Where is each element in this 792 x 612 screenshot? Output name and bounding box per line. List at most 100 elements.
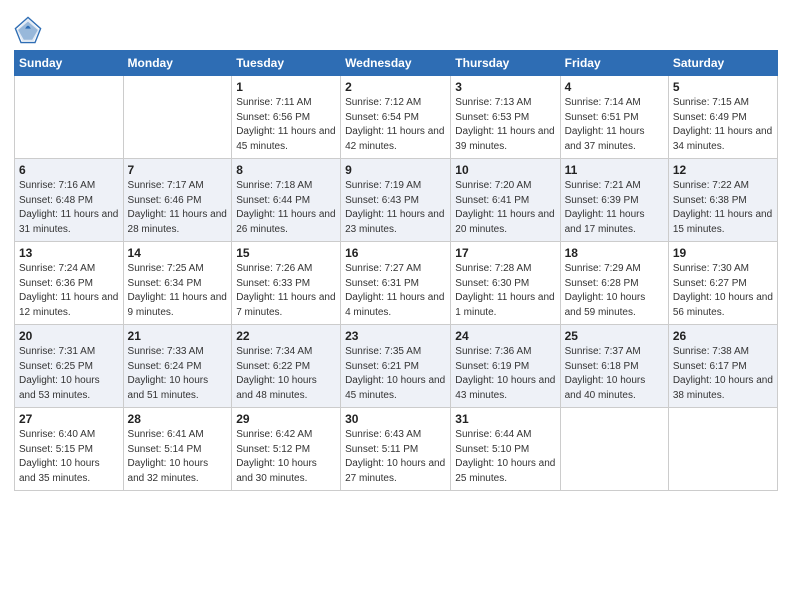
calendar-page: SundayMondayTuesdayWednesdayThursdayFrid… <box>0 0 792 612</box>
day-number: 14 <box>128 246 228 260</box>
day-detail: Sunrise: 7:35 AM Sunset: 6:21 PM Dayligh… <box>345 345 446 403</box>
day-detail: Sunrise: 7:34 AM Sunset: 6:22 PM Dayligh… <box>236 345 336 403</box>
day-number: 26 <box>673 329 773 343</box>
logo <box>14 16 46 44</box>
day-number: 20 <box>19 329 119 343</box>
calendar-cell: 3Sunrise: 7:13 AM Sunset: 6:53 PM Daylig… <box>451 76 560 159</box>
calendar-cell <box>123 76 232 159</box>
day-detail: Sunrise: 6:42 AM Sunset: 5:12 PM Dayligh… <box>236 428 336 486</box>
calendar-cell: 7 Sunrise: 7:17 AM Sunset: 6:46 PM Daylig… <box>123 159 232 242</box>
day-detail: Sunrise: 6:40 AM Sunset: 5:15 PM Dayligh… <box>19 428 119 486</box>
day-number: 1 <box>236 80 336 94</box>
day-detail: Sunrise: 6:41 AM Sunset: 5:14 PM Dayligh… <box>128 428 228 486</box>
day-number: 8 <box>236 163 336 177</box>
calendar-cell: 18 Sunrise: 7:29 AM Sunset: 6:28 PM Dayli… <box>560 242 668 325</box>
calendar-header-row: SundayMondayTuesdayWednesdayThursdayFrid… <box>15 51 778 76</box>
day-number: 18 <box>565 246 664 260</box>
day-detail: Sunrise: 7:36 AM Sunset: 6:19 PM Dayligh… <box>455 345 555 403</box>
calendar-header-saturday: Saturday <box>668 51 777 76</box>
day-detail: Sunrise: 7:14 AM Sunset: 6:51 PM Dayligh… <box>565 96 664 154</box>
day-detail: Sunrise: 7:33 AM Sunset: 6:24 PM Dayligh… <box>128 345 228 403</box>
day-number: 13 <box>19 246 119 260</box>
day-detail: Sunrise: 7:31 AM Sunset: 6:25 PM Dayligh… <box>19 345 119 403</box>
header <box>14 10 778 44</box>
day-detail: Sunrise: 7:38 AM Sunset: 6:17 PM Dayligh… <box>673 345 773 403</box>
day-number: 30 <box>345 412 446 426</box>
calendar-cell: 27 Sunrise: 6:40 AM Sunset: 5:15 PM Dayli… <box>15 408 124 491</box>
calendar-week-row: 20 Sunrise: 7:31 AM Sunset: 6:25 PM Dayli… <box>15 325 778 408</box>
calendar-cell: 13 Sunrise: 7:24 AM Sunset: 6:36 PM Dayli… <box>15 242 124 325</box>
day-detail: Sunrise: 7:18 AM Sunset: 6:44 PM Dayligh… <box>236 179 336 237</box>
day-number: 29 <box>236 412 336 426</box>
calendar-header-tuesday: Tuesday <box>232 51 341 76</box>
calendar-cell: 14 Sunrise: 7:25 AM Sunset: 6:34 PM Dayli… <box>123 242 232 325</box>
calendar-header-friday: Friday <box>560 51 668 76</box>
day-number: 12 <box>673 163 773 177</box>
day-number: 19 <box>673 246 773 260</box>
calendar-cell: 15 Sunrise: 7:26 AM Sunset: 6:33 PM Dayli… <box>232 242 341 325</box>
calendar-header-thursday: Thursday <box>451 51 560 76</box>
calendar-week-row: 6 Sunrise: 7:16 AM Sunset: 6:48 PM Daylig… <box>15 159 778 242</box>
logo-icon <box>14 16 42 44</box>
calendar-cell: 29 Sunrise: 6:42 AM Sunset: 5:12 PM Dayli… <box>232 408 341 491</box>
calendar-cell: 24Sunrise: 7:36 AM Sunset: 6:19 PM Dayli… <box>451 325 560 408</box>
day-detail: Sunrise: 7:37 AM Sunset: 6:18 PM Dayligh… <box>565 345 664 403</box>
calendar-cell <box>15 76 124 159</box>
calendar-header-sunday: Sunday <box>15 51 124 76</box>
day-detail: Sunrise: 7:24 AM Sunset: 6:36 PM Dayligh… <box>19 262 119 320</box>
day-number: 4 <box>565 80 664 94</box>
calendar-cell: 30 Sunrise: 6:43 AM Sunset: 5:11 PM Dayli… <box>341 408 451 491</box>
calendar-cell: 4 Sunrise: 7:14 AM Sunset: 6:51 PM Daylig… <box>560 76 668 159</box>
calendar-cell: 23Sunrise: 7:35 AM Sunset: 6:21 PM Dayli… <box>341 325 451 408</box>
calendar-cell: 9Sunrise: 7:19 AM Sunset: 6:43 PM Daylig… <box>341 159 451 242</box>
day-number: 9 <box>345 163 446 177</box>
day-detail: Sunrise: 7:20 AM Sunset: 6:41 PM Dayligh… <box>455 179 555 237</box>
day-number: 5 <box>673 80 773 94</box>
calendar-header-monday: Monday <box>123 51 232 76</box>
day-detail: Sunrise: 7:30 AM Sunset: 6:27 PM Dayligh… <box>673 262 773 320</box>
calendar-cell <box>668 408 777 491</box>
calendar-cell: 10 Sunrise: 7:20 AM Sunset: 6:41 PM Dayli… <box>451 159 560 242</box>
calendar-cell: 12 Sunrise: 7:22 AM Sunset: 6:38 PM Dayli… <box>668 159 777 242</box>
calendar-cell: 2 Sunrise: 7:12 AM Sunset: 6:54 PM Daylig… <box>341 76 451 159</box>
calendar-cell: 11 Sunrise: 7:21 AM Sunset: 6:39 PM Dayli… <box>560 159 668 242</box>
day-detail: Sunrise: 7:26 AM Sunset: 6:33 PM Dayligh… <box>236 262 336 320</box>
day-number: 7 <box>128 163 228 177</box>
calendar-cell: 19 Sunrise: 7:30 AM Sunset: 6:27 PM Dayli… <box>668 242 777 325</box>
calendar-cell: 17Sunrise: 7:28 AM Sunset: 6:30 PM Dayli… <box>451 242 560 325</box>
day-detail: Sunrise: 7:17 AM Sunset: 6:46 PM Dayligh… <box>128 179 228 237</box>
day-number: 2 <box>345 80 446 94</box>
day-number: 11 <box>565 163 664 177</box>
day-detail: Sunrise: 7:15 AM Sunset: 6:49 PM Dayligh… <box>673 96 773 154</box>
calendar-week-row: 27 Sunrise: 6:40 AM Sunset: 5:15 PM Dayli… <box>15 408 778 491</box>
day-detail: Sunrise: 6:44 AM Sunset: 5:10 PM Dayligh… <box>455 428 555 486</box>
day-number: 31 <box>455 412 555 426</box>
day-number: 22 <box>236 329 336 343</box>
calendar-header-wednesday: Wednesday <box>341 51 451 76</box>
calendar-cell <box>560 408 668 491</box>
calendar-table: SundayMondayTuesdayWednesdayThursdayFrid… <box>14 50 778 491</box>
calendar-week-row: 1 Sunrise: 7:11 AM Sunset: 6:56 PM Daylig… <box>15 76 778 159</box>
day-detail: Sunrise: 6:43 AM Sunset: 5:11 PM Dayligh… <box>345 428 446 486</box>
day-detail: Sunrise: 7:27 AM Sunset: 6:31 PM Dayligh… <box>345 262 446 320</box>
calendar-cell: 1 Sunrise: 7:11 AM Sunset: 6:56 PM Daylig… <box>232 76 341 159</box>
calendar-cell: 22 Sunrise: 7:34 AM Sunset: 6:22 PM Dayli… <box>232 325 341 408</box>
day-number: 15 <box>236 246 336 260</box>
day-number: 16 <box>345 246 446 260</box>
day-number: 21 <box>128 329 228 343</box>
day-detail: Sunrise: 7:12 AM Sunset: 6:54 PM Dayligh… <box>345 96 446 154</box>
day-detail: Sunrise: 7:16 AM Sunset: 6:48 PM Dayligh… <box>19 179 119 237</box>
calendar-cell: 28Sunrise: 6:41 AM Sunset: 5:14 PM Dayli… <box>123 408 232 491</box>
day-detail: Sunrise: 7:11 AM Sunset: 6:56 PM Dayligh… <box>236 96 336 154</box>
day-detail: Sunrise: 7:22 AM Sunset: 6:38 PM Dayligh… <box>673 179 773 237</box>
day-number: 27 <box>19 412 119 426</box>
day-detail: Sunrise: 7:13 AM Sunset: 6:53 PM Dayligh… <box>455 96 555 154</box>
day-detail: Sunrise: 7:21 AM Sunset: 6:39 PM Dayligh… <box>565 179 664 237</box>
calendar-cell: 6 Sunrise: 7:16 AM Sunset: 6:48 PM Daylig… <box>15 159 124 242</box>
calendar-cell: 20 Sunrise: 7:31 AM Sunset: 6:25 PM Dayli… <box>15 325 124 408</box>
calendar-cell: 31 Sunrise: 6:44 AM Sunset: 5:10 PM Dayli… <box>451 408 560 491</box>
day-detail: Sunrise: 7:29 AM Sunset: 6:28 PM Dayligh… <box>565 262 664 320</box>
day-detail: Sunrise: 7:25 AM Sunset: 6:34 PM Dayligh… <box>128 262 228 320</box>
day-number: 10 <box>455 163 555 177</box>
day-number: 6 <box>19 163 119 177</box>
